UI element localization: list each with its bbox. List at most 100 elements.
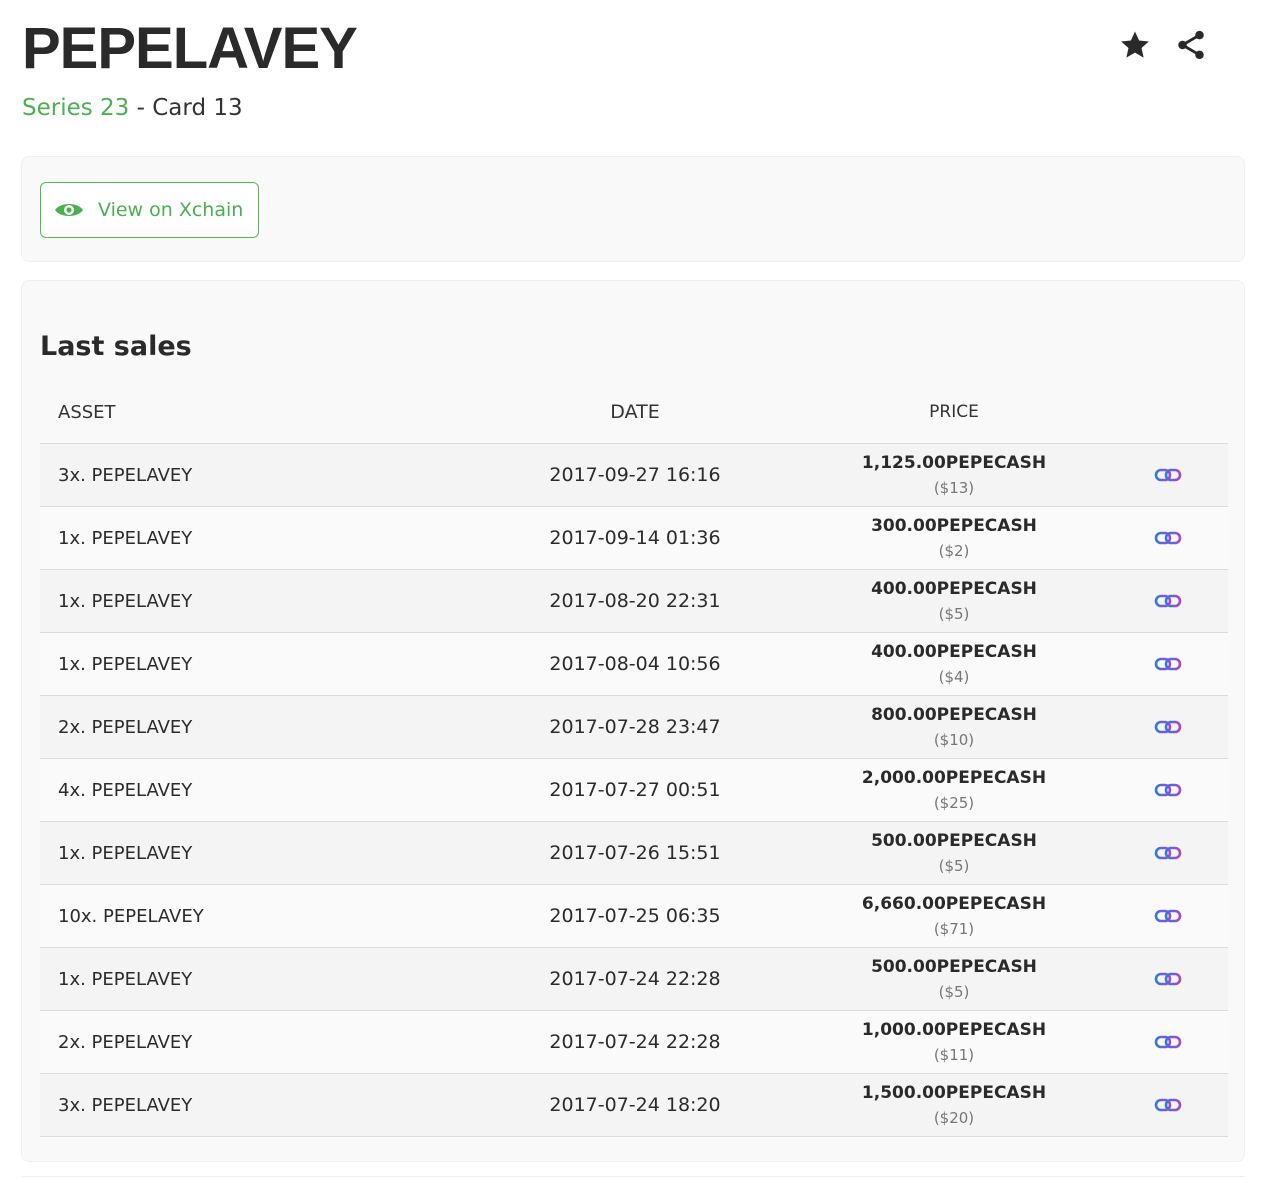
sale-price: 6,660.00PEPECASH ($71) [800,893,1108,939]
sale-link-cell [1108,971,1228,987]
sale-price-pepecash: 6,660.00PEPECASH [861,894,1047,914]
series-link[interactable]: Series 23 [22,95,129,121]
sale-link-cell [1108,1097,1228,1113]
sale-price-usd: ($5) [938,857,970,875]
table-row: 1x. PEPELAVEY 2017-07-24 22:28 500.00PEPEC… [40,948,1228,1011]
chain-link-icon[interactable] [1154,1097,1182,1113]
sale-link-cell [1108,1034,1228,1050]
sale-asset: 3x. PEPELAVEY [58,464,193,486]
sale-asset: 2x. PEPELAVEY [58,1031,193,1053]
chain-link-icon[interactable] [1154,971,1182,987]
chain-link-icon[interactable] [1154,530,1182,546]
sale-asset: 10x. PEPELAVEY [58,905,204,927]
sale-date: 2017-08-04 10:56 [549,653,721,675]
column-header-date: DATE [610,401,660,423]
eye-icon [55,204,83,216]
sale-asset: 1x. PEPELAVEY [58,653,193,675]
table-row: 1x. PEPELAVEY 2017-07-26 15:51 500.00PEPEC… [40,822,1228,885]
chain-link-icon[interactable] [1154,908,1182,924]
sale-asset: 1x. PEPELAVEY [58,842,193,864]
table-row: 1x. PEPELAVEY 2017-09-14 01:36 300.00PEPEC… [40,507,1228,570]
sale-price-usd: ($10) [933,731,975,749]
sale-price-usd: ($20) [933,1109,975,1127]
sale-date: 2017-07-24 22:28 [549,1031,721,1053]
sale-price-pepecash: 300.00PEPECASH [871,516,1037,536]
sale-link-cell [1108,719,1228,735]
sale-price-usd: ($5) [938,605,970,623]
table-row: 10x. PEPELAVEY 2017-07-25 06:35 6,660.00PE… [40,885,1228,948]
sale-price-usd: ($4) [938,668,970,686]
table-body: 3x. PEPELAVEY 2017-09-27 16:16 1,125.00PEP… [40,444,1228,1137]
sale-date: 2017-09-14 01:36 [549,527,721,549]
sale-price: 1,000.00PEPECASH ($11) [800,1019,1108,1065]
table-row: 2x. PEPELAVEY 2017-07-24 22:28 1,000.00PEP… [40,1011,1228,1074]
page-title: PEPELAVEY [22,16,358,81]
chain-link-icon[interactable] [1154,845,1182,861]
sale-link-cell [1108,530,1228,546]
divider [21,1176,1245,1177]
sale-price-pepecash: 1,500.00PEPECASH [861,1083,1047,1103]
sale-link-cell [1108,593,1228,609]
sale-price: 2,000.00PEPECASH ($25) [800,767,1108,813]
sale-price-pepecash: 800.00PEPECASH [871,705,1037,725]
chain-link-icon[interactable] [1154,719,1182,735]
sale-price: 500.00PEPECASH ($5) [800,830,1108,876]
sale-price: 300.00PEPECASH ($2) [800,515,1108,561]
card-header: PEPELAVEY Series 23 - Card 13 [22,18,1252,138]
column-header-price: PRICE [929,402,979,422]
sale-price: 400.00PEPECASH ($4) [800,641,1108,687]
sale-date: 2017-07-27 00:51 [549,779,721,801]
sale-price-usd: ($2) [938,542,970,560]
sale-price-pepecash: 1,125.00PEPECASH [861,453,1047,473]
card-subtitle: Series 23 - Card 13 [22,94,243,122]
sale-price: 800.00PEPECASH ($10) [800,704,1108,750]
last-sales-panel: Last sales ASSET DATE PRICE 3x. PEPELAVE… [21,280,1245,1162]
sales-table: ASSET DATE PRICE 3x. PEPELAVEY 2017-09-27… [40,381,1228,1137]
sale-price-usd: ($5) [938,983,970,1001]
view-on-xchain-button[interactable]: View on Xchain [40,182,259,238]
sale-price: 1,125.00PEPECASH ($13) [800,452,1108,498]
sale-date: 2017-07-24 22:28 [549,968,721,990]
sale-link-cell [1108,908,1228,924]
chain-link-icon[interactable] [1154,467,1182,483]
column-header-asset: ASSET [58,401,116,423]
table-header: ASSET DATE PRICE [40,381,1228,444]
chain-link-icon[interactable] [1154,782,1182,798]
sale-date: 2017-07-25 06:35 [549,905,721,927]
sale-date: 2017-07-26 15:51 [549,842,721,864]
sale-link-cell [1108,656,1228,672]
sale-date: 2017-07-24 18:20 [549,1094,721,1116]
sale-date: 2017-07-28 23:47 [549,716,721,738]
sale-date: 2017-08-20 22:31 [549,590,721,612]
sale-price-usd: ($25) [933,794,975,812]
sale-asset: 1x. PEPELAVEY [58,527,193,549]
table-row: 2x. PEPELAVEY 2017-07-28 23:47 800.00PEPEC… [40,696,1228,759]
card-number: - Card 13 [129,95,243,121]
chain-link-icon[interactable] [1154,593,1182,609]
chain-link-icon[interactable] [1154,1034,1182,1050]
sale-price-usd: ($13) [933,479,975,497]
section-title: Last sales [40,331,192,362]
actions-panel: View on Xchain [21,156,1245,262]
table-row: 3x. PEPELAVEY 2017-09-27 16:16 1,125.00PEP… [40,444,1228,507]
table-row: 1x. PEPELAVEY 2017-08-20 22:31 400.00PEPEC… [40,570,1228,633]
chain-link-icon[interactable] [1154,656,1182,672]
table-row: 4x. PEPELAVEY 2017-07-27 00:51 2,000.00PEP… [40,759,1228,822]
star-icon[interactable] [1118,28,1152,62]
share-icon[interactable] [1174,28,1208,62]
sale-date: 2017-09-27 16:16 [549,464,721,486]
sale-asset: 2x. PEPELAVEY [58,716,193,738]
sale-link-cell [1108,467,1228,483]
sale-price-pepecash: 1,000.00PEPECASH [861,1020,1047,1040]
sale-price-pepecash: 400.00PEPECASH [871,642,1037,662]
sale-price-pepecash: 500.00PEPECASH [871,957,1037,977]
sale-price-pepecash: 400.00PEPECASH [871,579,1037,599]
sale-price-usd: ($11) [933,1046,975,1064]
sale-price-usd: ($71) [933,920,975,938]
sale-link-cell [1108,845,1228,861]
sale-price: 1,500.00PEPECASH ($20) [800,1082,1108,1128]
sale-price: 500.00PEPECASH ($5) [800,956,1108,1002]
sale-asset: 1x. PEPELAVEY [58,968,193,990]
sale-price: 400.00PEPECASH ($5) [800,578,1108,624]
sale-asset: 1x. PEPELAVEY [58,590,193,612]
